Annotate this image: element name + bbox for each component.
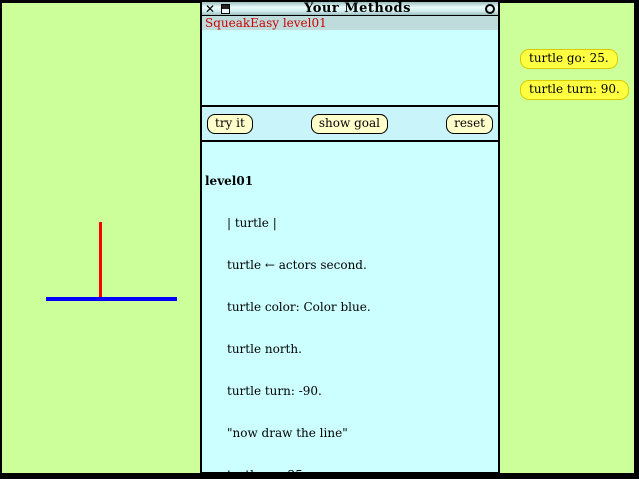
expand-icon[interactable] [485,4,495,14]
method-list-selected-item[interactable]: SqueakEasy level01 [202,16,498,30]
code-comment-line: "now draw the line" [205,426,496,440]
code-line: turtle color: Color blue. [205,300,496,314]
code-line: | turtle | [205,216,496,230]
code-line: turtle turn: -90. [205,384,496,398]
show-goal-button[interactable]: show goal [311,114,388,134]
your-methods-window: ✕ Your Methods SqueakEasy level01 try it… [200,0,500,474]
code-line: turtle go: 25. [205,468,496,472]
snippet-turtle-turn-button[interactable]: turtle turn: 90. [520,80,629,100]
reset-button[interactable]: reset [446,114,493,134]
method-list-pane[interactable]: SqueakEasy level01 [202,16,498,107]
code-method-name: level01 [205,174,496,188]
window-menu-icon[interactable] [221,4,230,14]
try-it-button[interactable]: try it [207,114,253,134]
code-editor[interactable]: level01 | turtle | turtle ← actors secon… [202,142,498,472]
snippet-turtle-go-button[interactable]: turtle go: 25. [520,49,618,69]
window-titlebar[interactable]: ✕ Your Methods [202,2,498,16]
window-title: Your Methods [230,1,485,16]
command-button-row: try it show goal reset [202,107,498,142]
desktop-canvas[interactable]: ✕ Your Methods SqueakEasy level01 try it… [2,3,634,473]
turtle-drawn-blue-line [46,297,177,301]
code-line: turtle ← actors second. [205,258,496,272]
turtle-drawn-red-line [99,222,102,298]
close-icon[interactable]: ✕ [205,3,215,15]
code-line: turtle north. [205,342,496,356]
screen: ✕ Your Methods SqueakEasy level01 try it… [0,0,639,479]
